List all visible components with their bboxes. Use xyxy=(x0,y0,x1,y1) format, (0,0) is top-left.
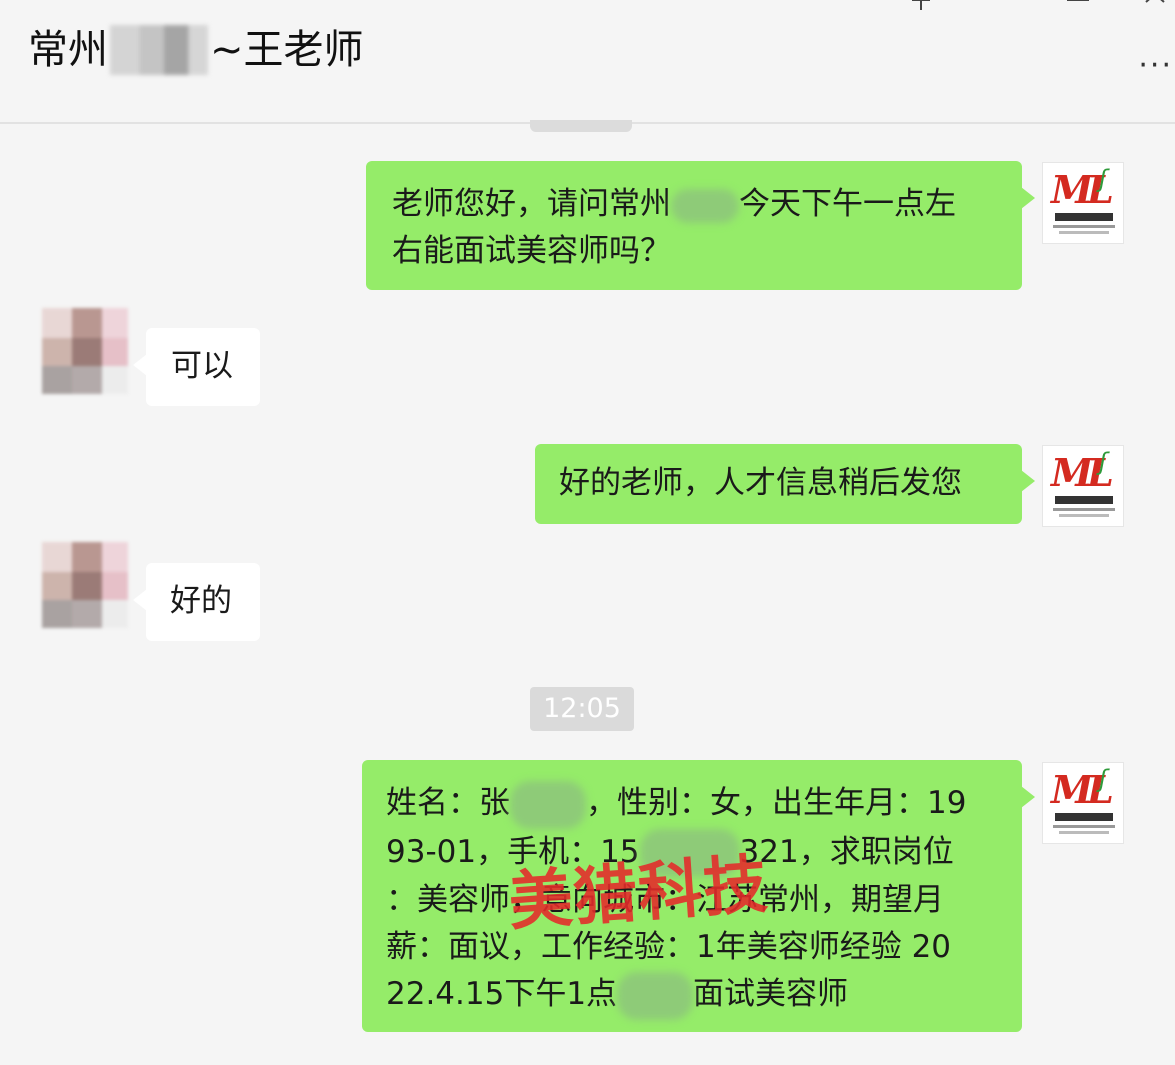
chat-title: 常州 ~王老师 xyxy=(28,22,364,78)
logo-caption-line xyxy=(1059,514,1109,517)
blurred-text xyxy=(671,188,739,223)
message-bubble-outgoing[interactable]: 老师您好，请问常州 今天下午一点左 右能面试美容师吗？ xyxy=(366,161,1035,290)
message-line: 老师您好，请问常州 今天下午一点左 xyxy=(392,186,956,223)
close-icon[interactable] xyxy=(1142,0,1172,22)
message-bubble-incoming[interactable]: 可以 xyxy=(133,328,260,406)
logo-caption-bar xyxy=(1055,496,1113,504)
message-text: 好的 xyxy=(170,583,232,619)
logo-caption-line xyxy=(1059,831,1109,834)
message-line: 姓名：张 ，性别：女，出生年月：19 xyxy=(386,780,1022,829)
more-icon[interactable]: ··· xyxy=(1138,48,1173,83)
minimize-icon[interactable] xyxy=(986,0,1016,22)
blurred-text xyxy=(617,971,694,1020)
scroll-indicator[interactable] xyxy=(530,120,632,132)
logo-caption-line xyxy=(1053,825,1115,828)
logo-caption-line xyxy=(1059,231,1109,234)
my-avatar[interactable]: ML ʃ xyxy=(1042,162,1124,244)
chat-title-suffix: ~王老师 xyxy=(210,27,364,73)
logo-caption-line xyxy=(1053,508,1115,511)
message-bubble-outgoing[interactable]: 好的老师，人才信息稍后发您 xyxy=(535,444,1035,524)
my-avatar[interactable]: ML ʃ xyxy=(1042,445,1124,527)
logo-swirl-icon: ʃ xyxy=(1099,765,1108,793)
watermark: 美猎科技 xyxy=(506,848,771,940)
maximize-icon[interactable] xyxy=(1064,0,1094,22)
message-text: 可以 xyxy=(171,348,233,384)
logo-swirl-icon: ʃ xyxy=(1099,165,1108,193)
logo-caption-line xyxy=(1053,225,1115,228)
message-line: 22.4.15下午1点 面试美容师 xyxy=(386,971,1022,1020)
chat-header: 常州 ~王老师 ··· xyxy=(0,0,1175,124)
contact-avatar[interactable] xyxy=(42,542,128,628)
message-line: 右能面试美容师吗？ xyxy=(392,233,671,269)
logo-caption-bar xyxy=(1055,213,1113,221)
chat-title-prefix: 常州 xyxy=(28,27,108,73)
logo-caption-bar xyxy=(1055,813,1113,821)
my-avatar[interactable]: ML ʃ xyxy=(1042,762,1124,844)
blurred-text xyxy=(510,780,586,829)
logo-swirl-icon: ʃ xyxy=(1099,448,1108,476)
message-text: 好的老师，人才信息稍后发您 xyxy=(559,465,962,501)
contact-avatar[interactable] xyxy=(42,308,128,394)
pin-icon[interactable] xyxy=(906,0,936,22)
timestamp: 12:05 xyxy=(530,687,634,731)
message-bubble-incoming[interactable]: 好的 xyxy=(133,563,260,641)
message-line: 薪：面议，工作经验：1年美容师经验 20 xyxy=(386,929,952,965)
blurred-name xyxy=(110,25,208,75)
